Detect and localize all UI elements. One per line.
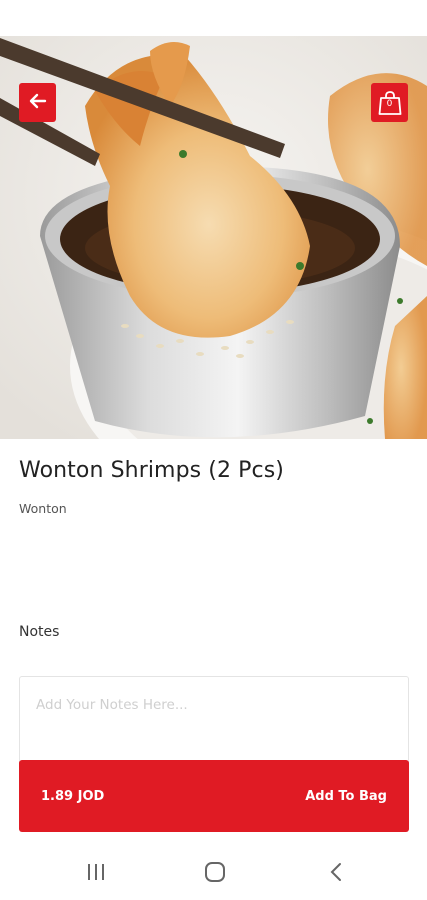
recents-button[interactable] (82, 862, 110, 886)
notes-input[interactable] (20, 677, 408, 765)
status-bar (0, 0, 427, 36)
price-label: 1.89 JOD (41, 788, 105, 804)
add-to-bag-button[interactable]: 1.89 JOD Add To Bag (19, 760, 409, 832)
cart-button[interactable]: 0 (371, 83, 408, 122)
add-to-bag-label: Add To Bag (305, 788, 387, 804)
product-image (0, 36, 427, 439)
home-button[interactable] (201, 862, 229, 886)
notes-field[interactable] (19, 676, 409, 766)
cart-count-badge: 0 (386, 98, 393, 109)
system-nav-bar (0, 848, 427, 900)
back-button[interactable] (19, 83, 56, 122)
product-category: Wonton (19, 501, 67, 516)
shopping-bag-icon: 0 (378, 90, 402, 116)
system-back-button[interactable] (322, 862, 350, 886)
recents-icon (86, 863, 106, 885)
home-icon (204, 861, 226, 887)
back-chevron-icon (329, 862, 343, 886)
arrow-left-icon (28, 91, 48, 115)
product-title: Wonton Shrimps (2 Pcs) (19, 458, 284, 483)
notes-label: Notes (19, 624, 60, 640)
